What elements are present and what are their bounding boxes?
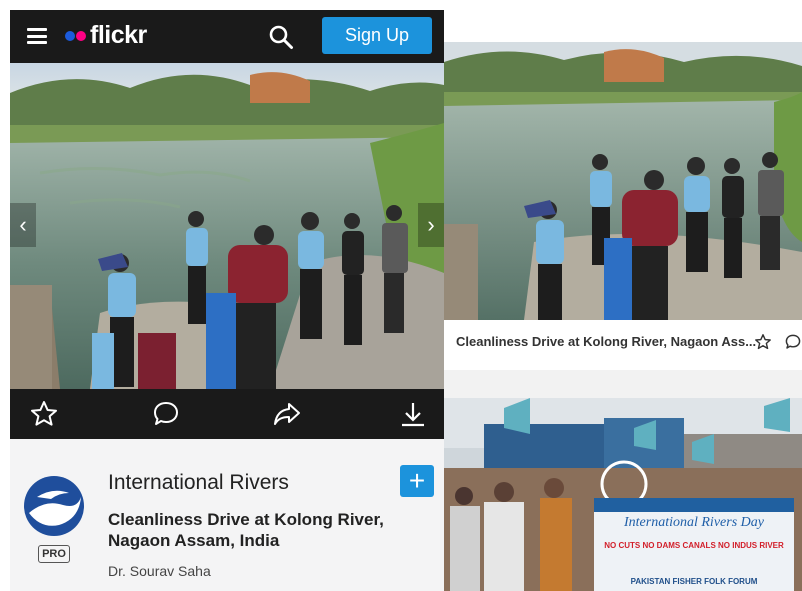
feed-card-title[interactable]: Cleanliness Drive at Kolong River, Nagao…	[456, 334, 756, 349]
flickr-logo-dots	[65, 31, 87, 41]
photo-title: Cleanliness Drive at Kolong River, Nagao…	[108, 510, 384, 550]
comment-icon[interactable]	[151, 399, 181, 429]
flickr-logo-text[interactable]: flickr	[90, 21, 147, 50]
star-icon[interactable]	[29, 399, 59, 429]
comment-icon[interactable]	[784, 333, 802, 351]
search-icon[interactable]	[268, 24, 294, 50]
feed-panel: Cleanliness Drive at Kolong River, Nagao…	[444, 10, 802, 591]
add-button[interactable]: +	[400, 465, 434, 497]
banner-slogan: NO CUTS NO DAMS CANALS NO INDUS RIVER	[604, 541, 784, 550]
photo-action-bar	[10, 389, 444, 439]
pro-badge: PRO	[38, 545, 70, 563]
sign-up-button[interactable]: Sign Up	[322, 17, 432, 54]
group-name[interactable]: International Rivers	[108, 471, 289, 495]
banner-heading: International Rivers Day	[623, 515, 765, 530]
feed-card-photo-2[interactable]: International Rivers Day NO CUTS NO DAMS…	[444, 398, 802, 591]
photo-page-panel: flickr Sign Up ‹ › PRO International Riv…	[10, 10, 444, 591]
hamburger-menu-icon[interactable]	[27, 28, 47, 44]
group-avatar[interactable]	[23, 475, 85, 537]
main-photo[interactable]: ‹ ›	[10, 63, 444, 389]
download-icon[interactable]	[398, 399, 428, 429]
star-icon[interactable]	[754, 333, 772, 351]
share-icon[interactable]	[272, 399, 302, 429]
chevron-left-icon[interactable]: ‹	[10, 203, 36, 247]
photo-author[interactable]: Dr. Sourav Saha	[108, 563, 211, 579]
feed-separator	[444, 370, 802, 398]
feed-card[interactable]: Cleanliness Drive at Kolong River, Nagao…	[444, 10, 802, 370]
top-navigation-bar: flickr Sign Up	[10, 10, 444, 63]
feed-card-photo[interactable]	[444, 42, 802, 320]
banner-footer: PAKISTAN FISHER FOLK FORUM	[631, 577, 758, 586]
photo-info-section: PRO International Rivers + Cleanliness D…	[10, 439, 444, 591]
chevron-right-icon[interactable]: ›	[418, 203, 444, 247]
